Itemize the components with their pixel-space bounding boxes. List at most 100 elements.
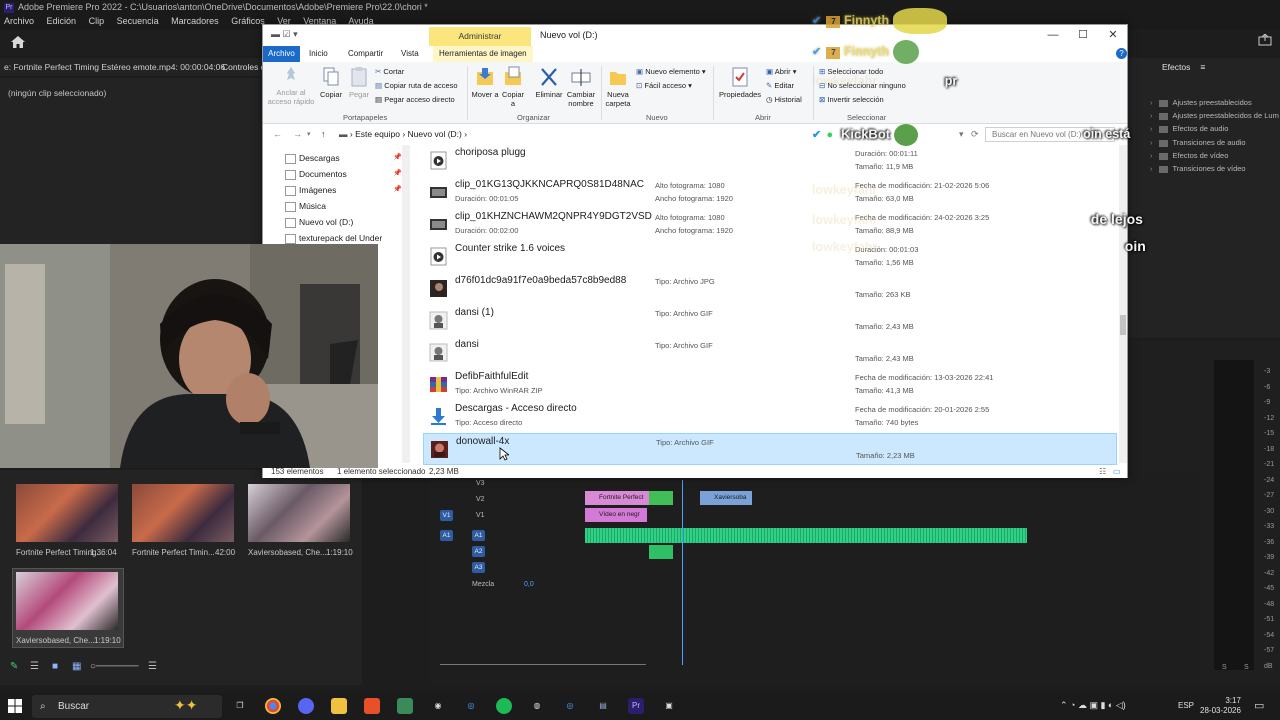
timeline-clip[interactable]: Vídeo en negr — [585, 508, 647, 522]
paste-button[interactable]: Pegar — [347, 66, 371, 99]
forward-arrow-icon[interactable]: → — [293, 125, 302, 144]
nav-item-nuevo-vol[interactable]: Nuevo vol (D:) — [285, 215, 353, 229]
copy-path-button[interactable]: ▤ Copiar ruta de acceso — [375, 81, 458, 90]
steam-alt-icon[interactable]: ◎ — [562, 698, 578, 714]
clock[interactable]: 3:17 28-03-2026 — [1200, 696, 1241, 716]
bin-thumbnail[interactable] — [16, 572, 118, 630]
notification-icon[interactable]: ▭ — [1254, 699, 1264, 712]
tray-icons[interactable]: ⌃ ◔ ☁ ▣ ▮ ◐ ◁) — [1060, 700, 1126, 711]
nav-item-imagenes[interactable]: Imágenes — [285, 183, 336, 197]
close-button[interactable]: ✕ — [1103, 27, 1123, 43]
source-patch-a1[interactable]: A1 — [440, 530, 453, 541]
language-indicator[interactable]: ESP — [1178, 701, 1194, 710]
app-icon[interactable]: ▤ — [595, 698, 611, 714]
effect-controls-tab[interactable]: Controles de — [222, 58, 262, 76]
bin-thumbnail[interactable] — [248, 484, 350, 542]
playhead[interactable] — [682, 480, 683, 665]
solo-button[interactable]: S — [1244, 664, 1249, 671]
windows-start-icon[interactable] — [8, 699, 22, 713]
file-row[interactable]: dansi (1) Tipo: Archivo GIF Tamaño: 2,43… — [423, 305, 1117, 337]
spotify-icon[interactable] — [496, 698, 512, 714]
file-row[interactable]: clip_01KG13QJKKNCAPRQ0S81D48NAC Duración… — [423, 177, 1117, 209]
nav-item-texturepack[interactable]: texturepack del Under — [285, 231, 382, 245]
recent-chevron-icon[interactable]: ▾ — [307, 125, 311, 144]
file-row[interactable]: dansi Tipo: Archivo GIF Tamaño: 2,43 MB — [423, 337, 1117, 369]
quick-access-toolbar[interactable]: ▬ ☑ ▾ — [271, 29, 298, 40]
copy-button[interactable]: Copiar — [317, 66, 345, 99]
details-view-icon[interactable]: ☷ — [1099, 465, 1106, 478]
mix-value[interactable]: 0,0 — [524, 581, 534, 588]
panel-menu-icon[interactable]: ≡ — [1200, 62, 1205, 72]
history-button[interactable]: ◷ Historial — [766, 95, 802, 104]
effects-item[interactable]: › Efectos de audio — [1150, 124, 1228, 133]
tab-vista[interactable]: Vista — [401, 46, 419, 62]
effects-item[interactable]: › Transiciones de vídeo — [1150, 164, 1246, 173]
tab-archivo[interactable]: Archivo — [263, 46, 300, 62]
rename-button[interactable]: Cambiar nombre — [565, 66, 597, 108]
properties-button[interactable]: Propiedades — [717, 66, 763, 99]
effects-item[interactable]: › Transiciones de audio — [1150, 138, 1246, 147]
help-icon[interactable]: ? — [1116, 48, 1127, 59]
timeline-clip[interactable]: Fortnite Perfect — [585, 491, 649, 505]
file-row[interactable]: choriposa plugg Duración: 00:01:11 Tamañ… — [423, 145, 1117, 177]
maximize-button[interactable]: ☐ — [1073, 27, 1093, 43]
delete-button[interactable]: Eliminar — [531, 66, 567, 99]
nav-item-documentos[interactable]: Documentos — [285, 167, 347, 181]
menu-edicion[interactable]: Edición — [47, 16, 77, 26]
invert-selection-button[interactable]: ⊠ Invertir selección — [819, 95, 884, 104]
epic-games-icon[interactable]: ▣ — [661, 698, 677, 714]
file-row[interactable]: DefibFaithfulEdit Tipo: Archivo WinRAR Z… — [423, 369, 1117, 401]
solo-button[interactable]: S — [1222, 664, 1227, 671]
audio-clip-a2[interactable] — [649, 545, 673, 559]
up-arrow-icon[interactable]: ↑ — [321, 125, 326, 144]
minimize-button[interactable]: — — [1043, 27, 1063, 43]
open-button[interactable]: ▣ Abrir ▾ — [766, 67, 796, 76]
track-a3-label[interactable]: A3 — [472, 562, 485, 573]
pin-quick-access-button[interactable]: Anclar al acceso rápido — [267, 66, 315, 106]
tab-herramientas-imagen[interactable]: Herramientas de imagen — [433, 46, 533, 62]
chrome-icon[interactable] — [265, 698, 281, 714]
menu-archivo[interactable]: Archivo — [4, 16, 34, 26]
source-patch-v1[interactable]: V1 — [440, 510, 453, 521]
back-arrow-icon[interactable]: ← — [273, 125, 282, 144]
nav-item-descargas[interactable]: Descargas — [285, 151, 340, 165]
nav-scrollbar[interactable] — [402, 145, 410, 463]
breadcrumb[interactable]: ▬ › Este equipo › Nuevo vol (D:) › — [339, 125, 467, 144]
bin-thumbnail[interactable] — [16, 484, 118, 542]
audio-clip-a1[interactable] — [585, 528, 1027, 543]
obs-icon[interactable]: ◍ — [529, 698, 545, 714]
easy-access-button[interactable]: ⊡ Fácil acceso ▾ — [636, 81, 692, 90]
tab-inicio[interactable]: Inicio — [309, 46, 328, 62]
discord-icon[interactable] — [298, 698, 314, 714]
brave-icon[interactable] — [364, 698, 380, 714]
freeform-view-icon[interactable]: ▦ — [72, 661, 81, 672]
copy-to-button[interactable]: Copiar a — [499, 66, 527, 108]
breadcrumb-item[interactable]: Este equipo — [355, 129, 400, 139]
home-icon[interactable] — [11, 36, 25, 48]
pencil-icon[interactable]: ✎ — [10, 661, 18, 672]
edit-button[interactable]: ✎ Editar — [766, 81, 794, 90]
zoom-slider[interactable]: ○────── — [90, 661, 139, 672]
cut-button[interactable]: ✂ Cortar — [375, 67, 404, 76]
effects-tab[interactable]: Efectos ≡ — [1150, 62, 1205, 72]
nav-item-musica[interactable]: Música — [285, 199, 326, 213]
steam-icon[interactable]: ◎ — [463, 698, 479, 714]
list-view-icon[interactable]: ☰ — [30, 661, 39, 672]
effects-item[interactable]: › Ajustes preestablecidos de Lum — [1150, 111, 1279, 120]
menu-marcadores[interactable]: Marcadores — [171, 16, 219, 26]
effects-item[interactable]: › Efectos de vídeo — [1150, 151, 1228, 160]
timeline-clip[interactable] — [649, 491, 673, 505]
tab-compartir[interactable]: Compartir — [348, 46, 383, 62]
new-item-button[interactable]: ▣ Nuevo elemento ▾ — [636, 67, 706, 76]
new-folder-button[interactable]: Nueva carpeta — [603, 66, 633, 108]
store-icon[interactable] — [397, 698, 413, 714]
large-icons-view-icon[interactable]: ▭ — [1113, 465, 1121, 478]
timeline-clip[interactable]: Xaviersoba — [700, 491, 752, 505]
track-a1-label[interactable]: A1 — [472, 530, 485, 541]
sort-icon[interactable]: ☰ — [148, 661, 157, 672]
track-a2-label[interactable]: A2 — [472, 546, 485, 557]
file-row[interactable]: d76f01dc9a91f7e0a9beda57c8b9ed88 Tipo: A… — [423, 273, 1117, 305]
menu-clip[interactable]: Clip — [89, 16, 105, 26]
epic-icon[interactable]: ◉ — [430, 698, 446, 714]
effects-item[interactable]: › Ajustes preestablecidos — [1150, 98, 1252, 107]
